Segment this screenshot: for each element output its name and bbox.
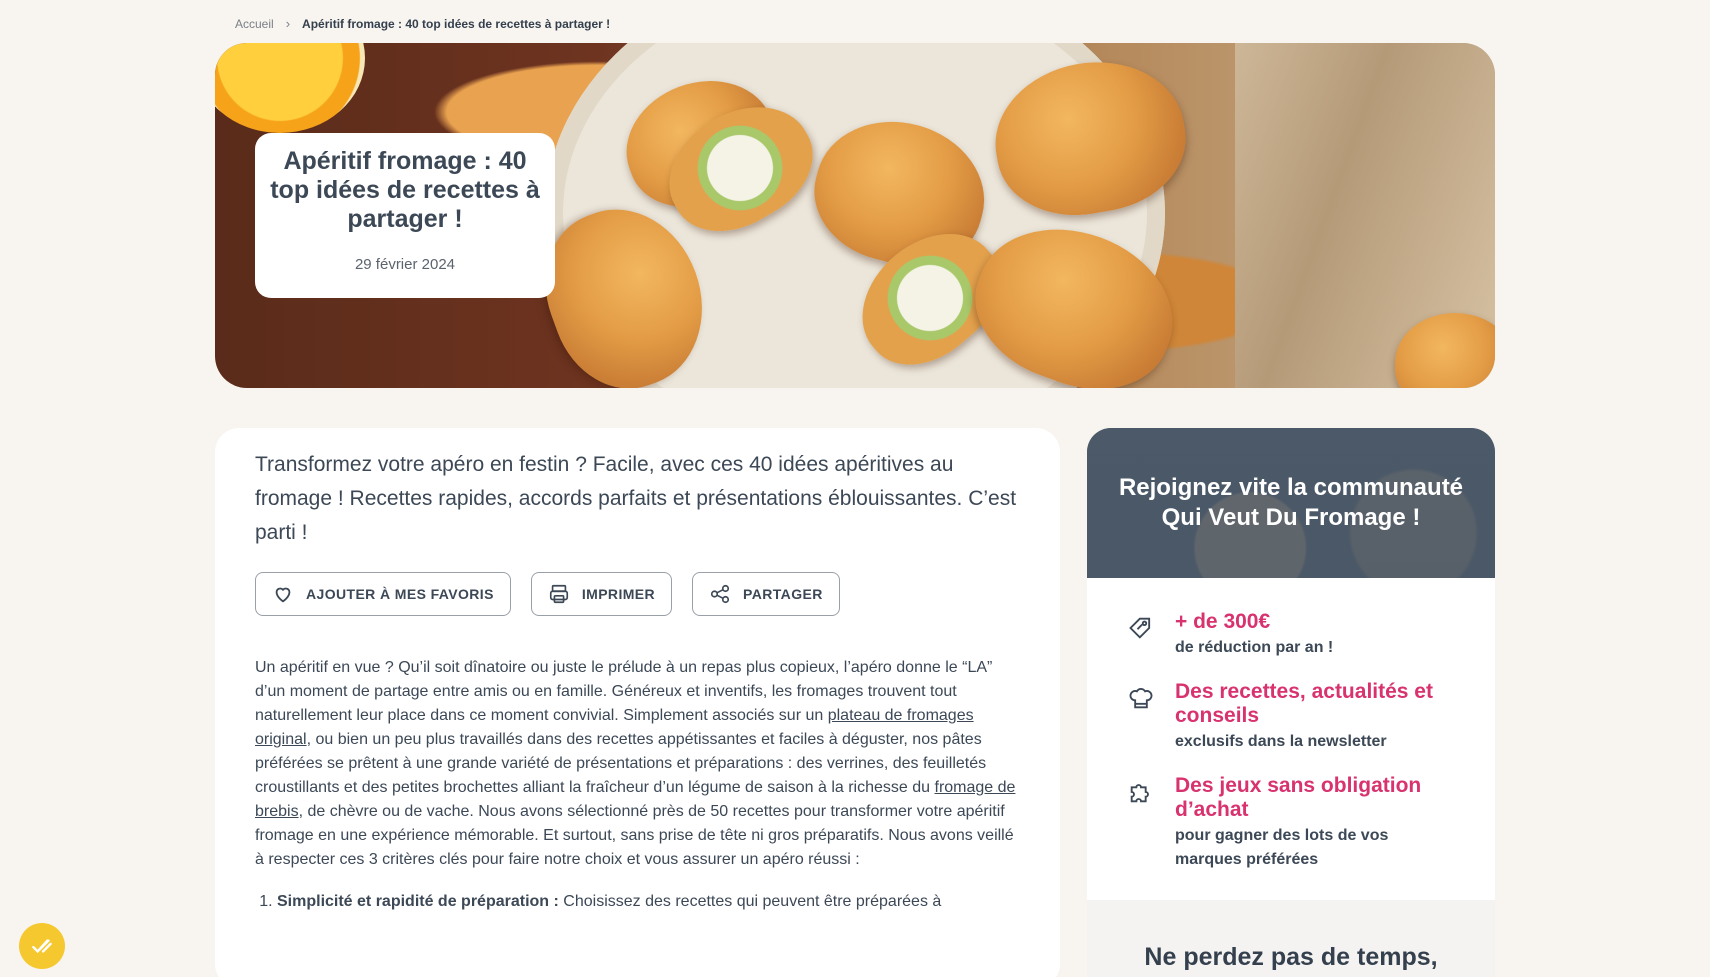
perk-item: + de 300€ de réduction par an ! (1087, 610, 1495, 660)
list-item-bold: Simplicité et rapidité de préparation : (277, 893, 559, 910)
article-intro: Transformez votre apéro en festin ? Faci… (255, 453, 1017, 544)
printer-icon (549, 584, 568, 604)
perk-item: Des recettes, actualités et conseils exc… (1087, 680, 1495, 754)
sidebar-title: Rejoignez vite la communauté Qui Veut Du… (1118, 474, 1464, 531)
sidebar-footer: Ne perdez pas de temps, inscrivez-vous ! (1087, 900, 1495, 977)
newsletter-sidebar: Rejoignez vite la communauté Qui Veut Du… (1087, 428, 1495, 977)
criteria-list: Simplicité et rapidité de préparation : … (277, 890, 1020, 914)
perk-headline: Des recettes, actualités et conseils (1175, 680, 1433, 727)
perk-headline: + de 300€ (1175, 610, 1271, 633)
perk-sub: pour gagner des lots de vos marques préf… (1175, 827, 1389, 868)
puzzle-icon (1130, 784, 1149, 803)
perk-sub: exclusifs dans la newsletter (1175, 733, 1387, 750)
article-card: Transformez votre apéro en festin ? Faci… (215, 428, 1060, 977)
list-item-text: Choisissez des recettes qui peuvent être… (558, 893, 942, 910)
list-item: Simplicité et rapidité de préparation : … (277, 890, 1020, 914)
heart-icon (275, 587, 291, 603)
sidebar-header: Rejoignez vite la communauté Qui Veut Du… (1087, 428, 1495, 578)
breadcrumb-home-link[interactable]: Accueil (235, 17, 274, 31)
perk-sub: de réduction par an ! (1175, 639, 1334, 656)
perk-headline: Des jeux sans obligation d’achat (1175, 774, 1422, 821)
add-to-favorites-button[interactable]: AJOUTER À MES FAVORIS (255, 572, 511, 616)
share-label: PARTAGER (743, 586, 823, 602)
share-icon (710, 584, 730, 604)
chef-hat-icon (1129, 688, 1153, 709)
print-label: IMPRIMER (581, 586, 656, 602)
favorites-label: AJOUTER À MES FAVORIS (306, 586, 494, 602)
chevron-right-icon: › (285, 16, 291, 31)
print-button[interactable]: IMPRIMER (530, 572, 673, 616)
hero-title-card: Apéritif fromage : 40 top idées de recet… (255, 133, 555, 298)
checkmark-icon (32, 939, 52, 954)
body-text-part: , de chèvre ou de vache. Nous avons séle… (255, 803, 1014, 868)
signup-heading: Ne perdez pas de temps, inscrivez-vous ! (1144, 943, 1438, 977)
breadcrumb-current: Apéritif fromage : 40 top idées de recet… (302, 16, 611, 31)
publish-date: 29 février 2024 (354, 256, 456, 273)
page-title: Apéritif fromage : 40 top idées de recet… (270, 147, 540, 233)
accessibility-fab-button[interactable] (19, 923, 65, 969)
orange-slice-decoration (215, 43, 365, 133)
body-text-part: , ou bien un peu plus travaillés dans de… (255, 731, 987, 796)
perk-item: Des jeux sans obligation d’achat pour ga… (1087, 774, 1495, 872)
article-body: Un apéritif en vue ? Qu’il soit dînatoir… (255, 656, 1020, 872)
discount-tag-icon (1129, 617, 1151, 639)
breadcrumb: Accueil › Apéritif fromage : 40 top idée… (235, 16, 610, 31)
share-button[interactable]: PARTAGER (692, 572, 840, 616)
article-actions: AJOUTER À MES FAVORIS IMPRIMER PARTAGER (255, 572, 1020, 616)
